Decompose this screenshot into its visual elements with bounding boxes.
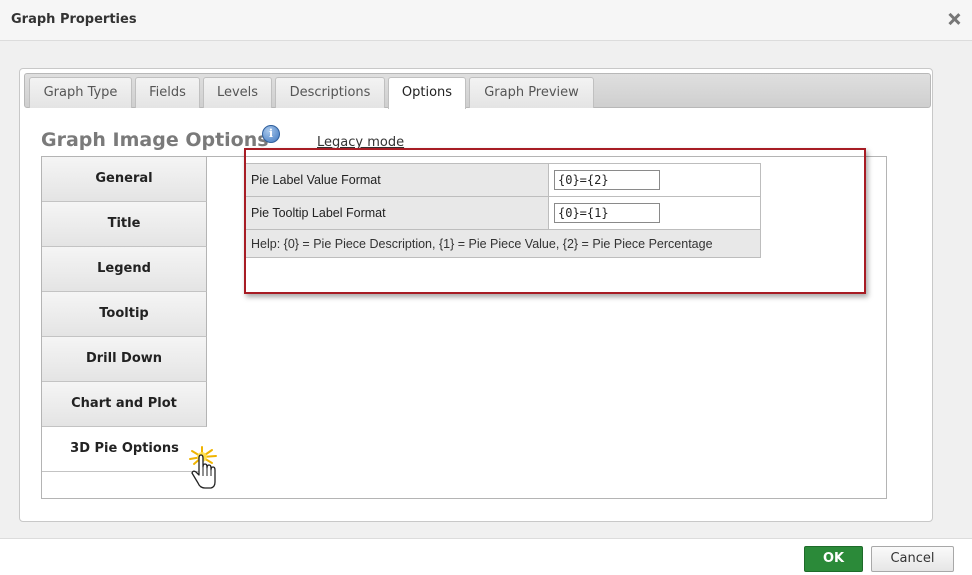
pie-tooltip-label-format-label: Pie Tooltip Label Format xyxy=(245,196,549,230)
info-icon[interactable]: i xyxy=(262,125,280,143)
legacy-mode-link[interactable]: Legacy mode xyxy=(317,135,404,150)
tab-graph-type[interactable]: Graph Type xyxy=(29,77,132,108)
pie-options-table: Pie Label Value Format Pie Tooltip Label… xyxy=(245,163,761,258)
pie-label-value-format-label: Pie Label Value Format xyxy=(245,163,549,197)
table-row: Pie Tooltip Label Format xyxy=(245,196,761,230)
nav-item-chart-and-plot[interactable]: Chart and Plot xyxy=(42,382,207,427)
nav-item-3d-pie-options[interactable]: 3D Pie Options xyxy=(42,427,207,472)
dialog-title: Graph Properties xyxy=(11,12,137,27)
pie-tooltip-label-format-input[interactable] xyxy=(554,203,660,223)
tab-levels[interactable]: Levels xyxy=(203,77,272,108)
section-title: Graph Image Options xyxy=(41,129,269,151)
nav-item-title[interactable]: Title xyxy=(42,202,207,247)
nav-item-tooltip[interactable]: Tooltip xyxy=(42,292,207,337)
cancel-button[interactable]: Cancel xyxy=(871,546,954,572)
close-icon[interactable] xyxy=(946,11,962,27)
hand-cursor-icon xyxy=(188,445,224,493)
table-row: Help: {0} = Pie Piece Description, {1} =… xyxy=(245,229,761,258)
pie-format-help-text: Help: {0} = Pie Piece Description, {1} =… xyxy=(245,229,761,258)
dialog-body: Graph Type Fields Levels Descriptions Op… xyxy=(0,41,972,538)
nav-item-drill-down[interactable]: Drill Down xyxy=(42,337,207,382)
pie-tooltip-label-format-cell xyxy=(548,196,761,230)
tab-fields[interactable]: Fields xyxy=(135,77,200,108)
table-row: Pie Label Value Format xyxy=(245,163,761,197)
nav-item-legend[interactable]: Legend xyxy=(42,247,207,292)
properties-panel: Graph Type Fields Levels Descriptions Op… xyxy=(19,68,933,522)
dialog-footer: OK Cancel xyxy=(0,538,972,575)
tab-descriptions[interactable]: Descriptions xyxy=(275,77,385,108)
nav-item-general[interactable]: General xyxy=(42,157,207,202)
pie-label-value-format-input[interactable] xyxy=(554,170,660,190)
tab-graph-preview[interactable]: Graph Preview xyxy=(469,77,594,108)
tab-options[interactable]: Options xyxy=(388,77,466,109)
tab-bar: Graph Type Fields Levels Descriptions Op… xyxy=(24,73,931,109)
ok-button[interactable]: OK xyxy=(804,546,863,572)
pie-label-value-format-cell xyxy=(548,163,761,197)
dialog-titlebar: Graph Properties xyxy=(0,0,972,41)
